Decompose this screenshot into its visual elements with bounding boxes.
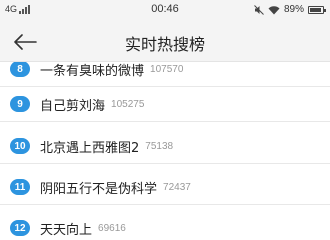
topic-title: 北京遇上西雅图2	[40, 140, 140, 156]
rank-badge: 12	[10, 220, 30, 236]
topic-title: 天天向上	[40, 222, 93, 238]
page-title: 实时热搜榜	[124, 35, 205, 54]
rank-badge: 8	[10, 62, 30, 77]
list-item[interactable]: 9 自己剪刘海 105275	[0, 87, 330, 122]
search-count: 69616	[98, 222, 126, 234]
mute-icon	[254, 4, 264, 15]
wifi-icon	[268, 5, 280, 14]
hot-search-list: 8 一条有臭味的微博 107570 9 自己剪刘海 105275 10 北京遇上…	[0, 62, 330, 240]
status-bar: 4G 00:46 89%	[0, 0, 330, 22]
search-count: 107570	[150, 63, 184, 75]
battery-percent: 89%	[283, 4, 304, 15]
rank-badge: 11	[10, 179, 30, 195]
battery-level	[310, 7, 321, 12]
list-item[interactable]: 11 阴阳五行不是伪科学 72437	[0, 170, 330, 205]
search-count: 105275	[111, 98, 145, 110]
rank-badge: 10	[10, 138, 30, 154]
search-count: 72437	[163, 181, 191, 193]
list-item[interactable]: 10 北京遇上西雅图2 75138	[0, 129, 330, 164]
back-button[interactable]	[12, 30, 38, 54]
list-item[interactable]: 12 天天向上 69616	[0, 211, 330, 240]
status-icons: 89%	[254, 4, 326, 15]
topic-title: 一条有臭味的微博	[40, 63, 145, 79]
battery-icon	[308, 5, 326, 14]
topic-title: 阴阳五行不是伪科学	[40, 181, 158, 197]
app-header: 实时热搜榜	[0, 22, 330, 62]
back-arrow-icon	[14, 34, 37, 50]
rank-badge: 9	[10, 96, 30, 112]
list-item[interactable]: 8 一条有臭味的微博 107570	[0, 62, 330, 87]
topic-title: 自己剪刘海	[40, 98, 106, 114]
search-count: 75138	[145, 140, 174, 152]
